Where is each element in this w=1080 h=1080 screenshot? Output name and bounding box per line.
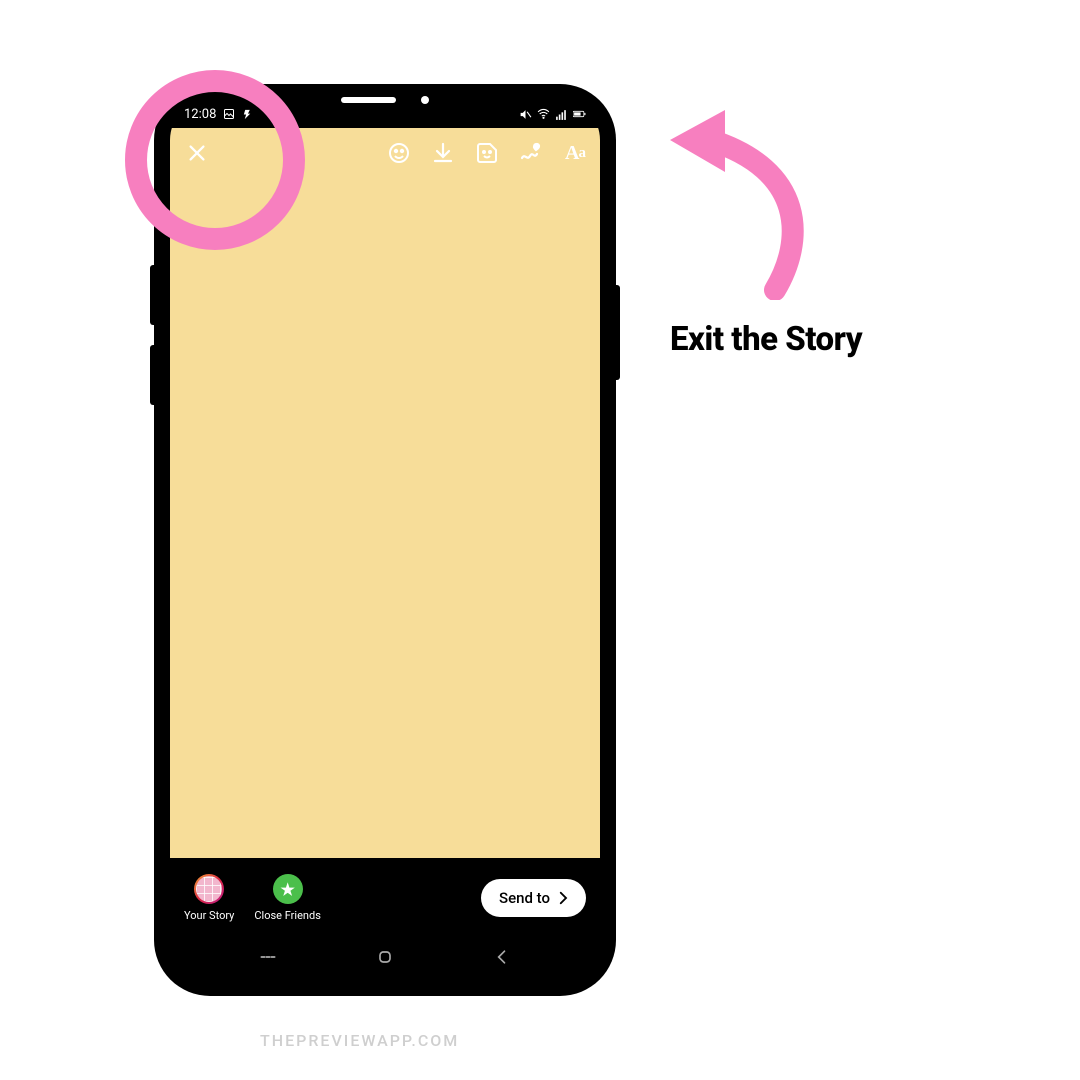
status-time: 12:08 [184, 107, 216, 122]
signal-icon [555, 108, 568, 121]
close-friends-label: Close Friends [254, 909, 320, 922]
annotation-text: Exit the Story [670, 320, 862, 359]
effects-icon[interactable] [386, 140, 412, 166]
your-story-avatar [194, 874, 224, 904]
annotation-arrow [655, 100, 825, 300]
home-button[interactable] [375, 947, 395, 971]
phone-screen: 12:08 [170, 100, 600, 980]
volume-up-button [150, 265, 156, 325]
power-button [614, 285, 620, 380]
battery-icon [573, 108, 586, 121]
text-icon[interactable]: Aa [562, 140, 588, 166]
sticker-icon[interactable] [474, 140, 500, 166]
front-camera [421, 96, 429, 104]
send-to-button[interactable]: Send to [481, 879, 586, 917]
story-footer: Your Story ★ Close Friends Send to [170, 858, 600, 938]
star-icon: ★ [280, 880, 294, 899]
recent-apps-button[interactable] [258, 947, 278, 971]
your-story-button[interactable]: Your Story [184, 874, 234, 922]
send-to-label: Send to [499, 889, 550, 907]
chevron-right-icon [554, 889, 572, 907]
close-friends-button[interactable]: ★ Close Friends [254, 874, 320, 922]
notif-icon [241, 108, 254, 121]
download-icon[interactable] [430, 140, 456, 166]
volume-down-button [150, 345, 156, 405]
phone-notch [285, 85, 485, 115]
close-friends-avatar: ★ [273, 874, 303, 904]
story-canvas[interactable]: Aa [170, 128, 600, 860]
android-nav-bar [170, 938, 600, 980]
speaker-grill [341, 97, 396, 103]
back-button[interactable] [492, 947, 512, 971]
story-toolbar: Aa [170, 132, 600, 174]
image-icon [222, 108, 235, 121]
wifi-icon [537, 108, 550, 121]
mute-icon [519, 108, 532, 121]
phone-frame: 12:08 [155, 85, 615, 995]
watermark: THEPREVIEWAPP.COM [260, 1031, 459, 1050]
draw-icon[interactable] [518, 140, 544, 166]
close-button[interactable] [182, 138, 212, 168]
your-story-label: Your Story [184, 909, 234, 922]
